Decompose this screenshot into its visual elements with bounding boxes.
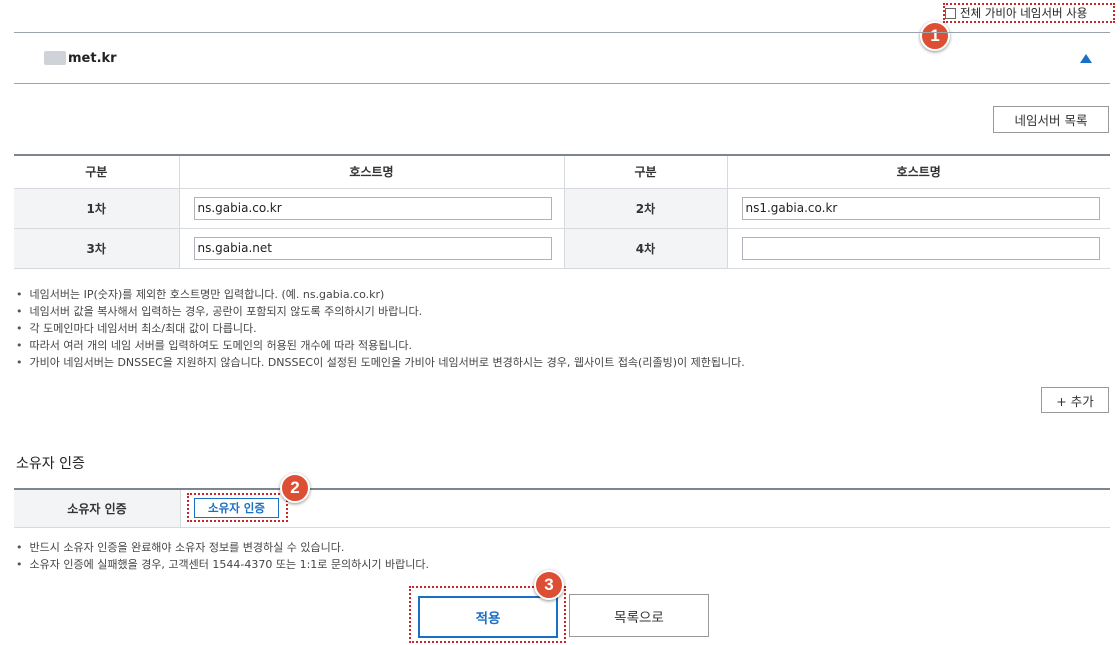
list-item: 각 도메인마다 네임서버 최소/최대 값이 다릅니다. <box>16 320 745 337</box>
owner-verification-button[interactable]: 소유자 인증 <box>194 498 279 518</box>
column-header-type: 구분 <box>14 154 179 189</box>
column-header-type: 구분 <box>563 154 727 189</box>
table-row: 3차 4차 <box>14 228 1110 269</box>
owner-notes: 반드시 소유자 인증을 완료해야 소유자 정보를 변경하실 수 있습니다. 소유… <box>16 539 429 573</box>
list-item: 따라서 여러 개의 네임 서버를 입력하여도 도메인의 허용된 개수에 따라 적… <box>16 337 745 354</box>
domain-header[interactable]: met.kr <box>14 33 1110 83</box>
nameserver-list-button[interactable]: 네임서버 목록 <box>993 106 1109 133</box>
list-item: 반드시 소유자 인증을 완료해야 소유자 정보를 변경하실 수 있습니다. <box>16 539 429 556</box>
divider <box>14 83 1110 84</box>
owner-verification-label: 소유자 인증 <box>14 490 181 527</box>
ns-label-4: 4차 <box>563 228 727 269</box>
use-all-gabia-nameservers-label: 전체 가비아 네임서버 사용 <box>960 6 1088 20</box>
step-callout-3: 3 <box>534 570 564 600</box>
collapse-triangle-up-icon[interactable] <box>1080 54 1092 63</box>
ns-label-3: 3차 <box>14 228 179 269</box>
owner-section-title: 소유자 인증 <box>16 456 85 472</box>
ns-label-1: 1차 <box>14 188 179 229</box>
column-header-hostname: 호스트명 <box>726 154 1110 189</box>
nameserver-1-input[interactable] <box>193 196 552 220</box>
list-item: 가비아 네임서버는 DNSSEC을 지원하지 않습니다. DNSSEC이 설정된… <box>16 354 745 371</box>
add-nameserver-button[interactable]: + 추가 <box>1041 387 1109 413</box>
ns-label-2: 2차 <box>563 188 727 229</box>
redacted-domain-prefix <box>44 51 66 65</box>
step-callout-2: 2 <box>280 473 310 503</box>
nameserver-2-input[interactable] <box>741 196 1100 220</box>
nameserver-3-input[interactable] <box>193 236 552 260</box>
nameserver-4-input[interactable] <box>741 236 1100 260</box>
apply-button[interactable]: 적용 <box>418 596 558 638</box>
owner-verification-highlight: 소유자 인증 <box>187 493 288 522</box>
nameserver-table: 구분 호스트명 구분 호스트명 1차 2차 3차 4차 <box>14 154 1110 269</box>
list-item: 네임서버는 IP(숫자)를 제외한 호스트명만 입력합니다. (예. ns.ga… <box>16 286 745 303</box>
list-item: 네임서버 값을 복사해서 입력하는 경우, 공란이 포함되지 않도록 주의하시기… <box>16 303 745 320</box>
back-to-list-button[interactable]: 목록으로 <box>569 594 709 637</box>
owner-verification-row: 소유자 인증 <box>14 488 1110 528</box>
use-all-gabia-nameservers-option[interactable]: 전체 가비아 네임서버 사용 <box>943 3 1115 23</box>
nameserver-notes: 네임서버는 IP(숫자)를 제외한 호스트명만 입력합니다. (예. ns.ga… <box>16 286 745 371</box>
table-header-row: 구분 호스트명 구분 호스트명 <box>14 154 1110 189</box>
table-row: 1차 2차 <box>14 188 1110 229</box>
list-item: 소유자 인증에 실패했을 경우, 고객센터 1544-4370 또는 1:1로 … <box>16 556 429 573</box>
domain-name: met.kr <box>68 50 117 66</box>
column-header-hostname: 호스트명 <box>178 154 564 189</box>
use-all-gabia-nameservers-checkbox[interactable] <box>945 7 956 19</box>
